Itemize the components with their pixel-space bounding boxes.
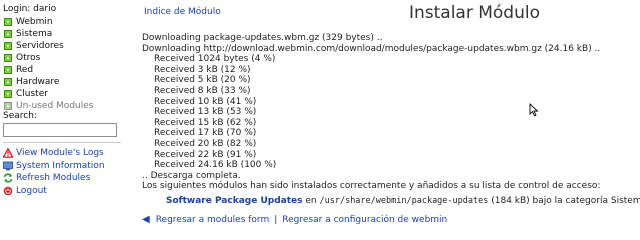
menu-category-label[interactable]: Otros (16, 53, 40, 63)
log-line: Received 20 kB (82 %) (154, 138, 257, 149)
logout-link[interactable]: Logout (3, 185, 105, 197)
view-logs-label[interactable]: View Module's Logs (16, 148, 104, 158)
menu-category-servidores[interactable]: Servidores (4, 40, 93, 52)
logout-icon (3, 186, 13, 196)
installed-module-line: Software Package Updates en /usr/share/w… (166, 196, 640, 206)
category-square-icon (4, 18, 12, 26)
category-square-icon (4, 54, 12, 62)
log-line: Received 17 kB (70 %) (154, 128, 257, 139)
log-line: Received 3 kB (12 %) (154, 64, 251, 75)
module-index-link[interactable]: Indice de Módulo (144, 7, 221, 17)
return-modules-form-link[interactable]: Regresar a modules form (156, 215, 270, 225)
main-content: Indice de Módulo Instalar Módulo Downloa… (136, 0, 640, 240)
menu-category-label[interactable]: Hardware (16, 77, 59, 87)
log-line: Received 22 kB (91 %) (154, 149, 257, 160)
result-details: (184 kB) bajo la categoría Sistema (491, 196, 640, 206)
sidebar-links: View Module's Logs System Information Re… (2, 147, 105, 197)
category-square-icon (4, 90, 12, 98)
login-label: Login: dario (3, 4, 57, 14)
log-line: Received 8 kB (33 %) (154, 85, 251, 96)
menu-category-cluster[interactable]: Cluster (4, 88, 93, 100)
link-separator: | (274, 214, 278, 225)
category-square-icon (4, 78, 12, 86)
log-line: Received 1024 bytes (4 %) (154, 54, 276, 65)
warning-icon (2, 147, 14, 158)
install-path: /usr/share/webmin/package-updates (319, 196, 489, 206)
log-line: Received 15 kB (62 %) (154, 117, 257, 128)
result-en-text: en (305, 196, 317, 206)
menu-category-label[interactable]: Servidores (16, 41, 64, 51)
log-line: Downloading package-updates.wbm.gz (329 … (142, 33, 383, 43)
log-line: .. Descarga completa. (142, 170, 241, 181)
sidebar-divider (3, 142, 121, 143)
category-square-icon (4, 66, 12, 74)
return-links: ◀ Regresar a modules form | Regresar a c… (142, 214, 447, 225)
log-line: Received 24.16 kB (100 %) (154, 160, 277, 171)
log-line: Received 5 kB (20 %) (154, 75, 251, 86)
menu-category-label[interactable]: Un-used Modules (16, 101, 93, 111)
refresh-modules-label[interactable]: Refresh Modules (16, 173, 90, 183)
search-input[interactable] (3, 123, 117, 137)
view-logs-link[interactable]: View Module's Logs (2, 147, 105, 159)
menu-category-label[interactable]: Sistema (16, 29, 52, 39)
menu-category-otros[interactable]: Otros (4, 52, 93, 64)
log-line: Downloading http://download.webmin.com/d… (142, 43, 601, 54)
back-arrow-icon: ◀ (142, 214, 150, 225)
return-webmin-config-link[interactable]: Regresar a configuración de webmin (282, 215, 447, 225)
info-icon (3, 161, 13, 171)
log-line: Los siguientes módulos han sido instalad… (142, 181, 601, 192)
page-title: Instalar Módulo (408, 3, 540, 23)
mouse-cursor-icon (529, 103, 539, 117)
search-label: Search: (3, 111, 37, 121)
menu-category-label[interactable]: Cluster (16, 89, 48, 99)
system-info-link[interactable]: System Information (3, 160, 105, 172)
sidebar: Login: dario Webmin Sistema Servidores Otro… (0, 0, 125, 240)
menu-category-sistema[interactable]: Sistema (4, 28, 93, 40)
menu-category-label[interactable]: Webmin (16, 17, 53, 27)
category-square-icon (4, 102, 12, 110)
menu-category-webmin[interactable]: Webmin (4, 16, 93, 28)
menu-category-hardware[interactable]: Hardware (4, 76, 93, 88)
installed-module-link[interactable]: Software Package Updates (166, 196, 302, 206)
system-info-label[interactable]: System Information (16, 161, 105, 171)
category-square-icon (4, 30, 12, 38)
menu-category-label[interactable]: Red (16, 65, 33, 75)
menu-category-red[interactable]: Red (4, 64, 93, 76)
refresh-icon (3, 173, 13, 183)
refresh-modules-link[interactable]: Refresh Modules (3, 172, 105, 184)
category-menu: Webmin Sistema Servidores Otros Red Hardware C… (4, 16, 93, 112)
category-square-icon (4, 42, 12, 50)
logout-label[interactable]: Logout (16, 186, 47, 196)
